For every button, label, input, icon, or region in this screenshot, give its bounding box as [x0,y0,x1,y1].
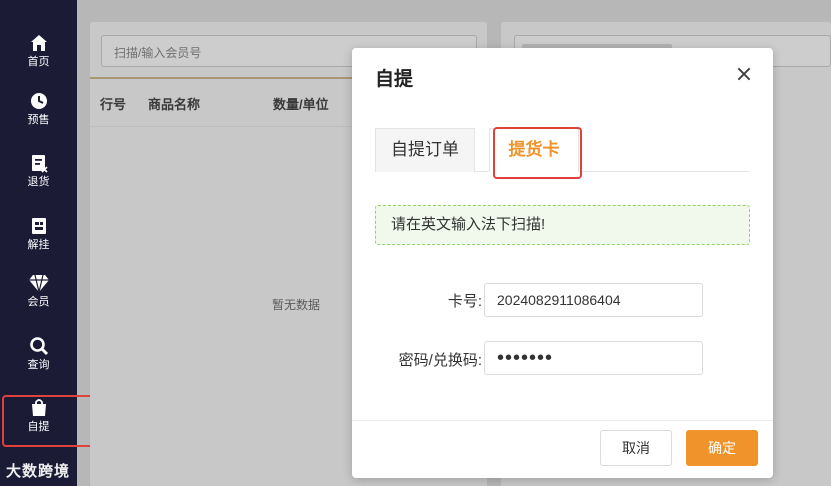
sidebar-item-label: 查询 [27,359,50,371]
confirm-button[interactable]: 确定 [686,430,758,466]
sidebar-item-member[interactable]: 会员 [0,273,77,329]
search-icon [29,337,48,356]
sidebar-item-return[interactable]: 退货 [0,153,77,209]
empty-state-text: 暂无数据 [272,298,321,312]
card-number-input[interactable] [484,283,703,317]
sidebar-item-query[interactable]: 查询 [0,336,77,392]
tab-pickup-card[interactable]: 提货卡 [489,128,579,172]
diamond-icon [28,274,49,293]
sidebar-item-label: 会员 [27,296,50,308]
scan-notice: 请在英文输入法下扫描! [375,205,750,245]
sidebar-item-label: 退货 [27,176,50,188]
card-number-label: 卡号: [447,293,482,310]
column-header-row-no: 行号 [100,97,127,112]
tab-pickup-orders[interactable]: 自提订单 [375,128,475,172]
sidebar-item-label: 预售 [27,114,50,126]
clock-icon [30,93,47,109]
password-input[interactable] [484,341,703,375]
password-label: 密码/兑换码: [398,352,482,369]
sidebar-item-home[interactable]: 首页 [0,33,77,89]
close-icon[interactable] [735,65,753,83]
column-header-qty-unit: 数量/单位 [273,97,329,112]
sidebar-item-unhang[interactable]: 解挂 [0,216,77,272]
footer-divider [352,420,773,421]
column-header-product-name: 商品名称 [148,97,201,112]
home-icon [30,35,47,51]
sidebar-item-label: 解挂 [27,239,50,251]
sidebar-active-highlight [2,395,98,447]
return-doc-icon [31,155,48,173]
unhang-icon [31,218,46,234]
sidebar-item-label: 首页 [27,56,50,68]
watermark: 大数跨境 [6,463,71,480]
sidebar-item-presale[interactable]: 预售 [0,91,77,147]
dialog-title: 自提 [375,69,414,90]
cancel-button[interactable]: 取消 [600,430,672,466]
pickup-dialog: 自提 自提订单 提货卡 请在英文输入法下扫描! 卡号: 密码/兑换码: 取消 确… [352,48,773,478]
